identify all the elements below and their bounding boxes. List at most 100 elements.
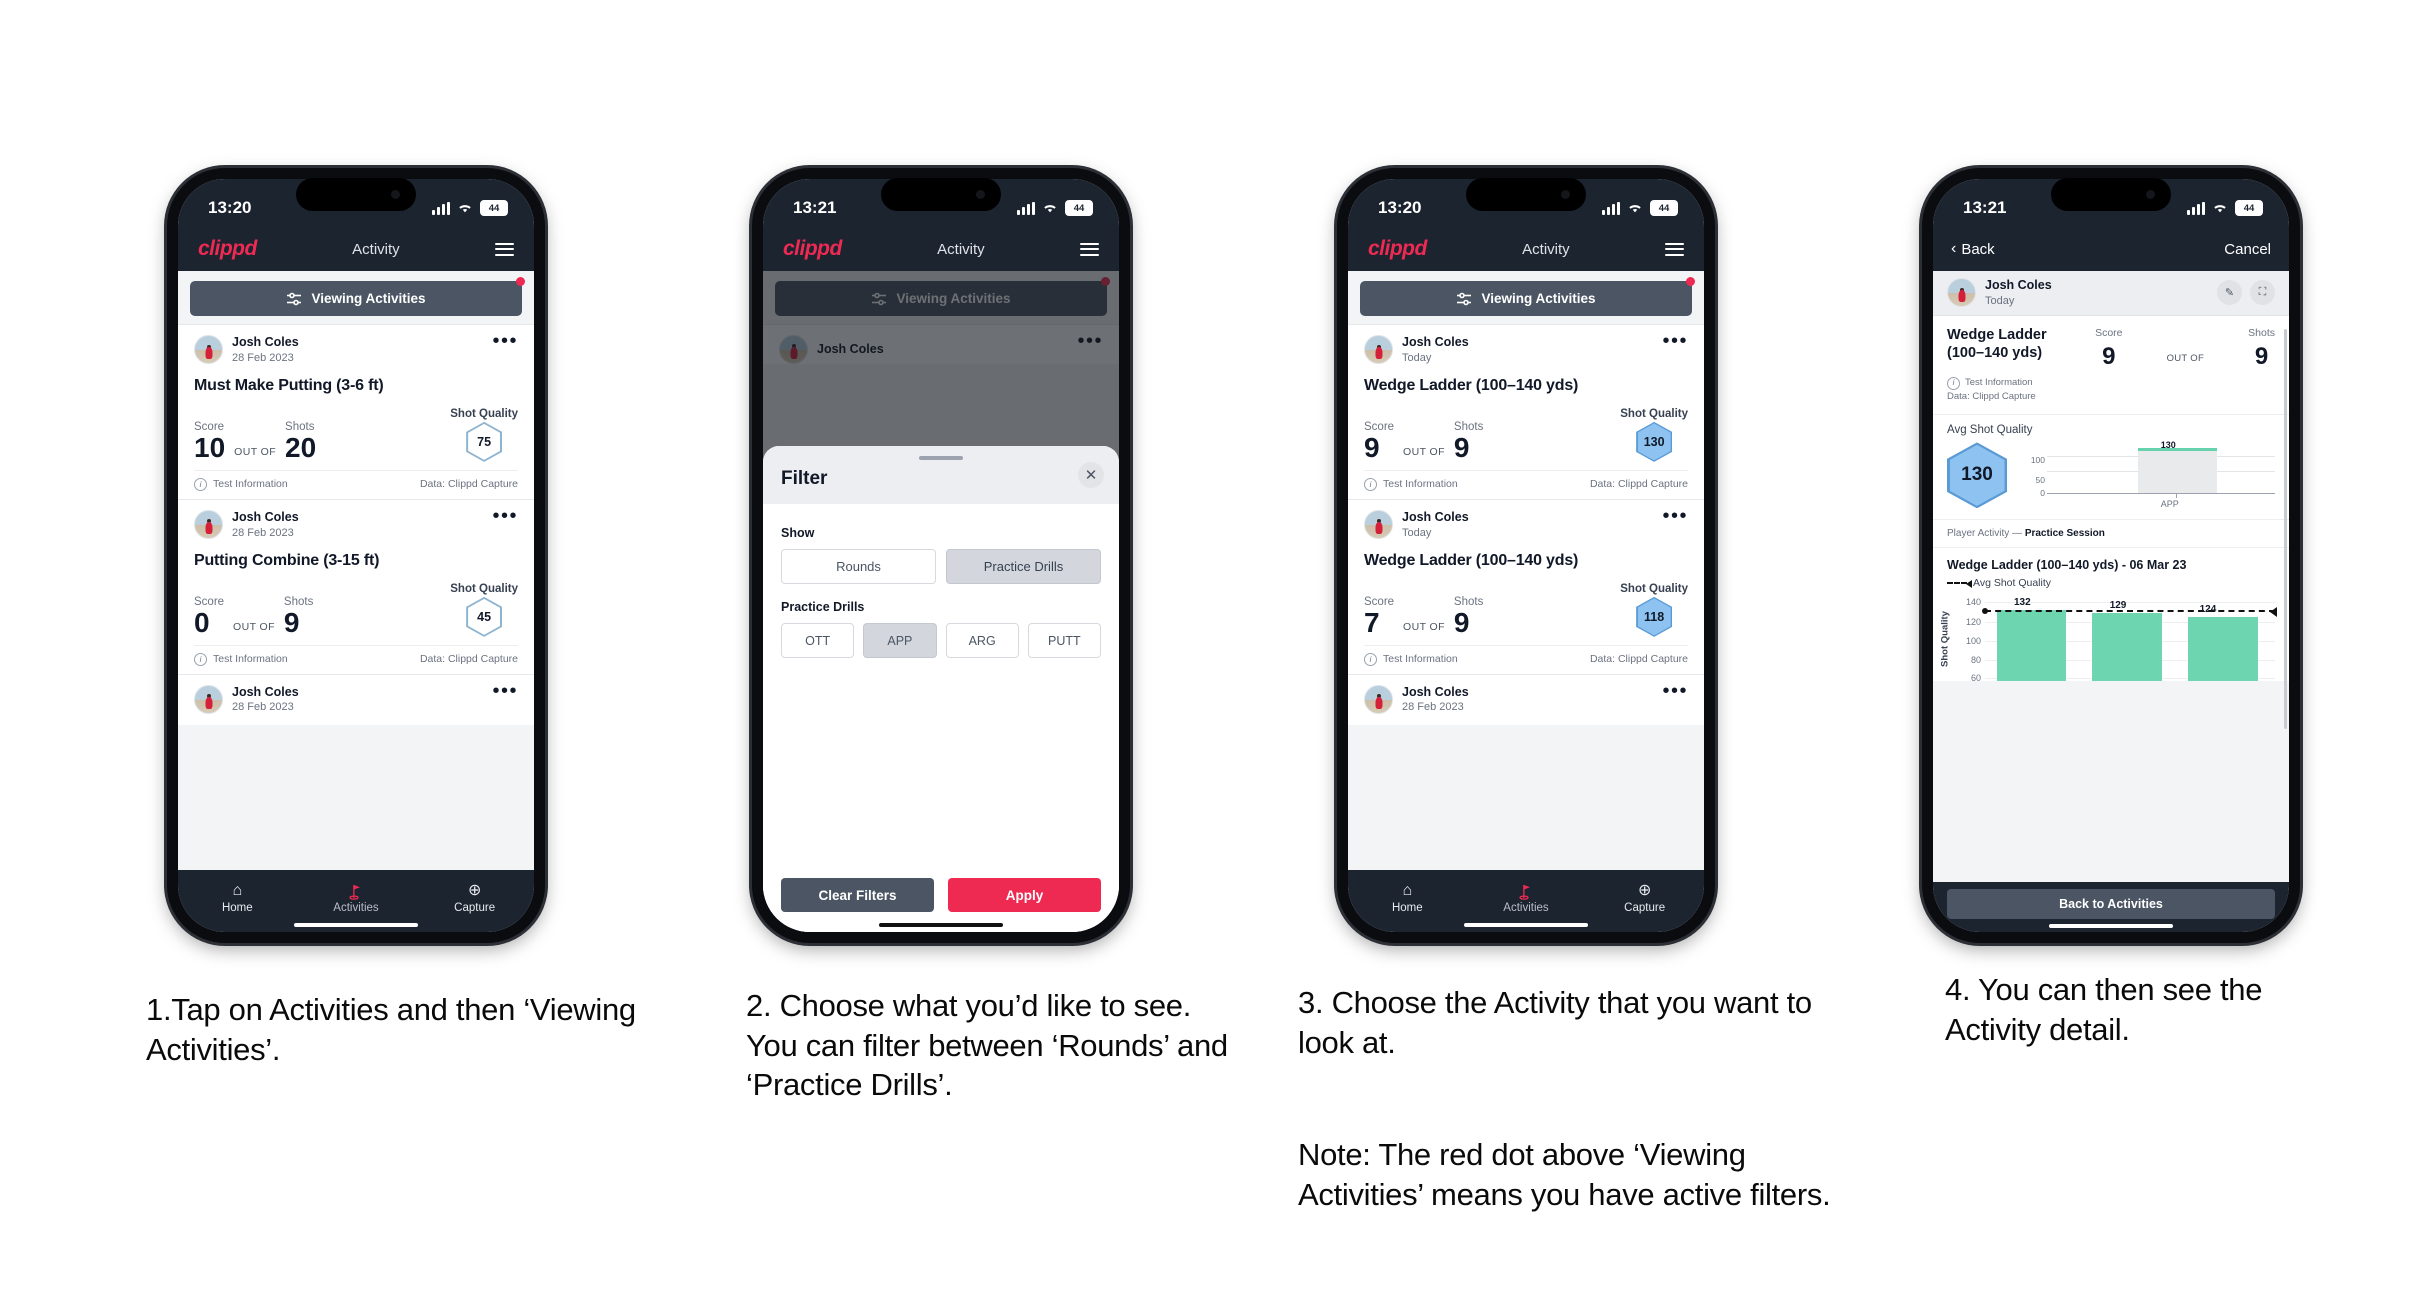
viewing-activities-wrap: Viewing Activities — [178, 271, 534, 324]
battery-icon: 44 — [480, 200, 508, 216]
shot-quality-label: Shot Quality — [450, 407, 518, 420]
test-information-link[interactable]: Test Information — [1383, 653, 1458, 665]
tab-activities[interactable]: Activities — [1467, 882, 1584, 914]
more-options-icon[interactable]: ••• — [492, 681, 518, 701]
tab-activities[interactable]: Activities — [297, 882, 414, 914]
clippd-logo[interactable]: clippd — [783, 237, 842, 261]
chip-ott[interactable]: OTT — [781, 623, 855, 658]
tab-capture[interactable]: ⊕ Capture — [416, 882, 533, 915]
info-icon[interactable]: i — [1947, 376, 1960, 390]
avatar — [194, 685, 223, 715]
more-options-icon[interactable]: ••• — [1662, 331, 1688, 351]
card-user: Josh Coles 28 Feb 2023 — [194, 510, 299, 540]
more-options-icon[interactable]: ••• — [1662, 506, 1688, 526]
test-information-link[interactable]: Test Information — [1965, 376, 2033, 390]
battery-level: 44 — [1658, 202, 1670, 214]
clippd-logo[interactable]: clippd — [198, 237, 257, 261]
hamburger-icon[interactable] — [1664, 242, 1684, 256]
activity-card[interactable]: Josh Coles Today ••• Wedge Ladder (100–1… — [1348, 498, 1704, 674]
phone-frame-3: 13:20 44 clippd Activity Viewing Activit… — [1337, 168, 1715, 943]
hamburger-icon[interactable] — [1079, 242, 1099, 256]
data-source: Data: Clippd Capture — [1589, 653, 1688, 666]
chevron-left-icon: ‹ — [1951, 240, 1957, 257]
shot-quality-stat: Shot Quality 118 — [1620, 583, 1688, 637]
activity-card[interactable]: Josh Coles Today ••• Wedge Ladder (100–1… — [1348, 324, 1704, 499]
tab-activities-label: Activities — [1503, 902, 1549, 914]
activity-card[interactable]: Josh Coles 28 Feb 2023 ••• Must Make Put… — [178, 324, 534, 499]
card-user: Josh Coles 28 Feb 2023 — [194, 685, 299, 715]
fullscreen-icon[interactable]: ⛶ — [2250, 280, 2275, 306]
viewing-activities-button[interactable]: Viewing Activities — [1360, 281, 1692, 316]
mini-xlabel-app: APP — [2160, 499, 2179, 510]
caption-3: 3. Choose the Activity that you want to … — [1298, 985, 1812, 1060]
test-information-link[interactable]: Test Information — [213, 478, 288, 490]
viewing-activities-label: Viewing Activities — [311, 291, 426, 306]
activity-card-partial[interactable]: Josh Coles 28 Feb 2023 ••• — [1348, 673, 1704, 725]
tab-capture-label: Capture — [1624, 902, 1666, 914]
card-user: Josh Coles Today — [1364, 335, 1469, 365]
activity-list: Josh Coles Today ••• Wedge Ladder (100–1… — [1348, 324, 1704, 725]
chip-putt[interactable]: PUTT — [1027, 623, 1101, 658]
ytick-60: 60 — [1970, 673, 1981, 684]
user-name: Josh Coles — [1402, 684, 1469, 699]
hamburger-icon[interactable] — [494, 242, 514, 256]
info-icon[interactable]: i — [1364, 477, 1377, 491]
option-rounds[interactable]: Rounds — [781, 549, 936, 584]
tab-home-label: Home — [221, 902, 253, 914]
shots-value: 9 — [1453, 606, 1470, 638]
phone-frame-1: 13:20 44 clippd Activity Viewing Activit… — [167, 168, 545, 943]
detail-nav-bar: ‹ Back Cancel — [1933, 227, 2289, 271]
shots-stat: Shots 9 — [1454, 596, 1483, 637]
info-icon[interactable]: i — [194, 477, 207, 491]
scrollbar[interactable] — [2284, 329, 2287, 729]
activity-card-partial[interactable]: Josh Coles 28 Feb 2023 ••• — [178, 673, 534, 725]
home-icon: ⌂ — [1402, 882, 1413, 899]
status-icons: 44 — [1602, 200, 1678, 216]
shot-quality-value: 75 — [468, 423, 501, 460]
clear-filters-button[interactable]: Clear Filters — [781, 878, 934, 912]
tab-capture[interactable]: ⊕ Capture — [1586, 882, 1703, 915]
chip-app[interactable]: APP — [863, 623, 937, 658]
panel-1: 13:20 44 clippd Activity Viewing Activit… — [167, 168, 545, 943]
shot-quality-hexagon: 130 — [1636, 421, 1673, 462]
option-practice-drills[interactable]: Practice Drills — [946, 549, 1101, 584]
more-options-icon[interactable]: ••• — [492, 331, 518, 351]
out-of-label: OUT OF — [234, 445, 277, 458]
back-to-activities-button[interactable]: Back to Activities — [1947, 889, 2275, 919]
active-filters-dot — [1686, 277, 1695, 286]
score-stat: Score 10 — [194, 421, 225, 462]
drag-handle[interactable] — [919, 456, 963, 460]
avg-shot-quality-hexagon: 130 — [1947, 442, 2007, 509]
mini-bar-app — [2137, 448, 2217, 494]
viewing-activities-button[interactable]: Viewing Activities — [190, 281, 522, 316]
cancel-button[interactable]: Cancel — [2224, 241, 2271, 258]
score-stat: Score 9 — [1364, 421, 1394, 462]
info-icon[interactable]: i — [1364, 652, 1377, 666]
apply-button[interactable]: Apply — [948, 878, 1101, 912]
tab-home[interactable]: ⌂ Home — [1349, 882, 1466, 915]
pencil-icon[interactable]: ✎ — [2217, 280, 2242, 306]
test-information-link[interactable]: Test Information — [213, 653, 288, 665]
chip-arg[interactable]: ARG — [945, 623, 1019, 658]
filter-sliders-icon — [1457, 292, 1472, 305]
back-button[interactable]: ‹ Back — [1951, 241, 1995, 258]
info-icon[interactable]: i — [194, 652, 207, 666]
home-indicator — [879, 923, 1003, 927]
more-options-icon[interactable]: ••• — [492, 506, 518, 526]
activity-card[interactable]: Josh Coles 28 Feb 2023 ••• Putting Combi… — [178, 498, 534, 674]
close-icon[interactable]: ✕ — [1078, 462, 1104, 488]
tab-home[interactable]: ⌂ Home — [179, 882, 296, 915]
user-name: Josh Coles — [1402, 335, 1469, 349]
phone-frame-2: 13:21 44 clippd Activity Filter ✕ Show R… — [752, 168, 1130, 943]
more-options-icon[interactable]: ••• — [1662, 681, 1688, 701]
app-header: clippd Activity — [763, 227, 1119, 271]
app-header: clippd Activity — [178, 227, 534, 271]
app-header: clippd Activity — [1348, 227, 1704, 271]
user-name: Josh Coles — [1985, 278, 2052, 292]
test-information-link[interactable]: Test Information — [1383, 478, 1458, 490]
shot-quality-hexagon: 45 — [466, 596, 503, 637]
out-of-label: OUT OF — [2166, 352, 2205, 364]
card-user: Josh Coles 28 Feb 2023 — [1364, 685, 1469, 715]
clippd-logo[interactable]: clippd — [1368, 237, 1427, 261]
notch — [296, 178, 416, 211]
